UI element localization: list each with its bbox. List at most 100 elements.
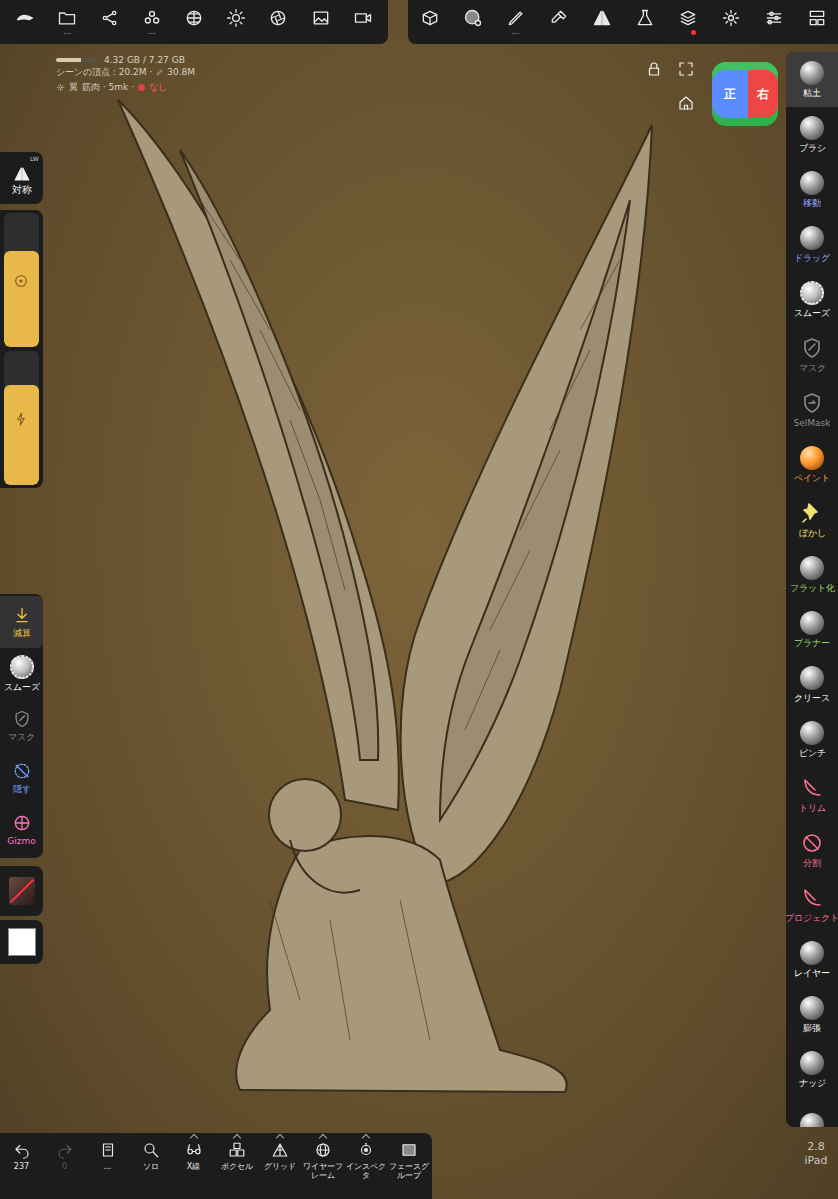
brush-button[interactable]: SelMask: [786, 382, 838, 437]
brush-button[interactable]: クリース: [786, 657, 838, 712]
brush-button[interactable]: 膨張: [786, 987, 838, 1042]
brush-toolbar: 粘土ブラシ移動ドラッグスムーズマスク SelMask ペイントぼかしフラット化プラナ…: [786, 52, 838, 1127]
brush-button[interactable]: ドラッグ: [786, 217, 838, 272]
brush-button[interactable]: [786, 1097, 838, 1127]
symmetry-button[interactable]: LW対称: [0, 152, 43, 204]
caret: [275, 1134, 283, 1142]
bottom-tool-label: ボクセル: [215, 1162, 258, 1171]
brush-button[interactable]: レイヤー: [786, 932, 838, 987]
bottom-tool-label: ソロ: [129, 1162, 172, 1171]
bottom-tool-button[interactable]: インスペクタ: [344, 1141, 387, 1180]
brush-button[interactable]: ぼかし: [786, 492, 838, 547]
brush-button[interactable]: ピンチ: [786, 712, 838, 767]
view-cube[interactable]: 正右: [712, 62, 778, 126]
stroke-material-button[interactable]: [0, 866, 43, 916]
bottom-tool-button[interactable]: フェースグループ: [387, 1141, 430, 1180]
brush-button[interactable]: スムーズ: [786, 272, 838, 327]
brush-button[interactable]: ブラシ: [786, 107, 838, 162]
toolbar-button[interactable]: [173, 0, 215, 44]
toolbar-button[interactable]: [709, 0, 752, 44]
brush-label: ペイント: [794, 473, 830, 484]
search-icon: [142, 1141, 160, 1159]
fuzzy-sphere-icon: [800, 281, 824, 305]
toolbar-button[interactable]: [408, 0, 451, 44]
sculpture-render[interactable]: [0, 0, 838, 1199]
bottom-tool-button[interactable]: ...: [86, 1141, 129, 1171]
tool-group: 減算スムーズマスク隠すGizmo: [0, 594, 43, 858]
sphere-icon: [800, 941, 824, 965]
toolbar-button[interactable]: [537, 0, 580, 44]
brush-button[interactable]: マスク: [786, 327, 838, 382]
gizmo-icon: [12, 813, 32, 833]
bottom-tool-button[interactable]: 0: [43, 1141, 86, 1171]
box-icon: [420, 8, 440, 28]
slider-fill: [4, 251, 39, 347]
expand-button[interactable]: [677, 60, 697, 80]
toolbar-button[interactable]: [752, 0, 795, 44]
toolbar-button[interactable]: ...: [46, 0, 88, 44]
toolbar-button[interactable]: [342, 0, 384, 44]
bottom-tool-button[interactable]: ボクセル: [215, 1141, 258, 1171]
brush-label: SelMask: [794, 418, 831, 429]
cube-front[interactable]: 正: [712, 70, 748, 118]
cube-right[interactable]: 右: [748, 70, 778, 118]
bottom-tool-button[interactable]: ワイヤーフレーム: [301, 1141, 344, 1180]
video-icon: [353, 8, 373, 28]
toolbar-button[interactable]: [4, 0, 46, 44]
brush-button[interactable]: ペイント: [786, 437, 838, 492]
brush-label: ナッジ: [799, 1078, 826, 1089]
brush-button[interactable]: フラット化: [786, 547, 838, 602]
tool-button[interactable]: Gizmo: [0, 804, 43, 856]
color-swatch: [8, 928, 36, 956]
brush-button[interactable]: プラナー: [786, 602, 838, 657]
brush-label: 移動: [803, 198, 821, 209]
redo-icon: [56, 1141, 74, 1159]
material-cube-icon: [9, 877, 35, 905]
sphere-icon: [800, 1051, 824, 1075]
radius-slider[interactable]: [4, 213, 39, 347]
toolbar-button[interactable]: [666, 0, 709, 44]
toolbar-button[interactable]: [580, 0, 623, 44]
brush-button[interactable]: トリム: [786, 767, 838, 822]
image-icon: [311, 8, 331, 28]
brush-button[interactable]: プロジェクト: [786, 877, 838, 932]
toolbar-button[interactable]: [88, 0, 130, 44]
toolbar-button[interactable]: ...: [131, 0, 173, 44]
tool-button[interactable]: 隠す: [0, 752, 43, 804]
subtract-icon: [12, 605, 32, 625]
toolbar-button[interactable]: [451, 0, 494, 44]
sphere-icon: [800, 996, 824, 1020]
front-label: 正: [724, 85, 736, 103]
brush-label: スムーズ: [794, 308, 830, 319]
toolbar-button[interactable]: [300, 0, 342, 44]
trim-icon: [800, 776, 824, 800]
bottom-tool-button[interactable]: 237: [0, 1141, 43, 1171]
brush-button[interactable]: 粘土: [786, 52, 838, 107]
brush-button[interactable]: ナッジ: [786, 1042, 838, 1097]
scene-info: 4.32 GB / 7.27 GBシーンの頂点 : 20.2M ·30.8M翼筋…: [56, 54, 195, 93]
brush-button[interactable]: 分割: [786, 822, 838, 877]
toolbar-button[interactable]: [623, 0, 666, 44]
toolbar-button[interactable]: ...: [494, 0, 537, 44]
tool-button[interactable]: マスク: [0, 700, 43, 752]
tool-button[interactable]: 減算: [0, 596, 43, 648]
toolbar-button[interactable]: [215, 0, 257, 44]
tool-button[interactable]: スムーズ: [0, 648, 43, 700]
bottom-tool-button[interactable]: X線: [172, 1141, 215, 1171]
pin-icon: [800, 501, 824, 525]
toolbar-button[interactable]: [795, 0, 838, 44]
bottom-tool-label: ...: [86, 1162, 129, 1171]
brush-label: ブラシ: [799, 143, 826, 154]
brush-button[interactable]: 移動: [786, 162, 838, 217]
intensity-slider[interactable]: [4, 351, 39, 485]
toolbar-button[interactable]: [257, 0, 299, 44]
bottom-tool-label: ワイヤーフレーム: [301, 1162, 344, 1180]
undo-icon: [13, 1141, 31, 1159]
paint-color-button[interactable]: [0, 920, 43, 964]
bottom-tool-button[interactable]: ソロ: [129, 1141, 172, 1171]
lock-button[interactable]: [645, 60, 665, 80]
home-button[interactable]: [677, 94, 697, 114]
expand-icon: [677, 60, 695, 78]
tool-label: 減算: [13, 628, 31, 639]
bottom-tool-button[interactable]: グリッド: [258, 1141, 301, 1171]
